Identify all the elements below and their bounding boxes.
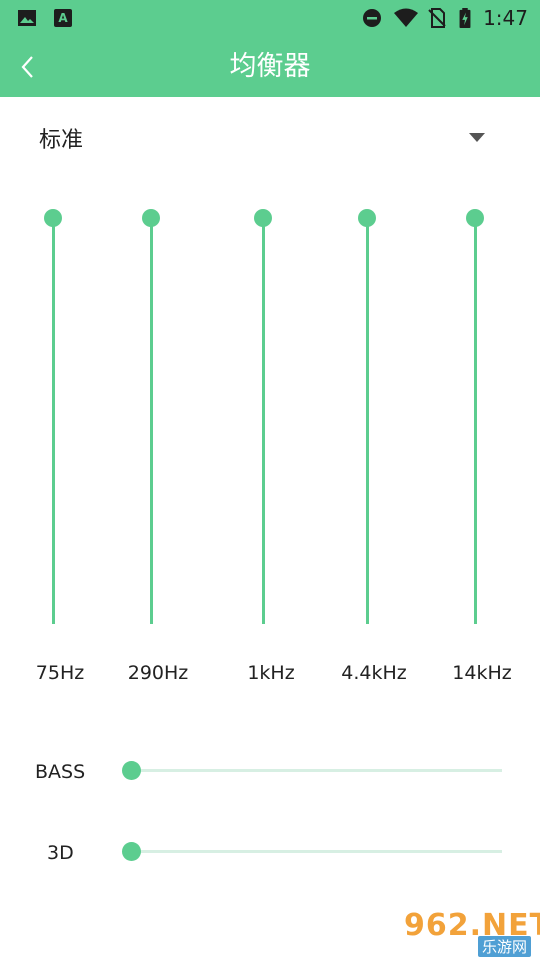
status-bar: A 1:47 (0, 0, 540, 36)
band-slider-14khz[interactable] (456, 200, 496, 630)
band-label-75hz: 75Hz (35, 662, 85, 684)
band-track (52, 218, 55, 624)
virtualizer-slider[interactable] (132, 850, 502, 853)
bass-label: BASS (35, 761, 86, 783)
status-time: 1:47 (483, 6, 528, 30)
app-bar: 均衡器 (0, 36, 540, 97)
triangle-down-icon (469, 133, 485, 142)
band-track (366, 218, 369, 624)
image-icon (18, 10, 36, 26)
chevron-left-icon[interactable] (10, 50, 44, 84)
band-thumb[interactable] (358, 209, 376, 227)
band-label-290hz: 290Hz (127, 662, 189, 684)
band-label-14khz: 14kHz (452, 662, 512, 684)
page-title: 均衡器 (229, 51, 311, 82)
do-not-disturb-icon (363, 9, 381, 27)
band-slider-1khz[interactable] (244, 200, 284, 630)
equalizer-bands (0, 200, 540, 640)
band-thumb[interactable] (466, 209, 484, 227)
band-thumb[interactable] (44, 209, 62, 227)
wifi-icon (394, 8, 418, 27)
bass-slider-thumb[interactable] (122, 761, 141, 780)
preset-dropdown[interactable]: 标准 (0, 110, 540, 166)
band-slider-75hz[interactable] (34, 200, 74, 630)
band-label-1khz: 1kHz (247, 662, 295, 684)
band-track (474, 218, 477, 624)
no-sim-icon (428, 8, 446, 28)
band-label-4-4khz: 4.4kHz (341, 662, 407, 684)
preset-selected-value: 标准 (39, 128, 84, 153)
text-app-icon: A (54, 9, 72, 27)
band-slider-290hz[interactable] (132, 200, 172, 630)
virtualizer-slider-thumb[interactable] (122, 842, 141, 861)
band-slider-4-4khz[interactable] (348, 200, 388, 630)
band-thumb[interactable] (254, 209, 272, 227)
band-track (150, 218, 153, 624)
watermark-logo: 962.NET 乐游网 (400, 908, 540, 960)
bass-slider[interactable] (132, 769, 502, 772)
bass-row: BASS (0, 751, 540, 791)
watermark-subtext: 乐游网 (478, 936, 532, 957)
virtualizer-label: 3D (47, 842, 74, 864)
virtualizer-row: 3D (0, 832, 540, 872)
band-thumb[interactable] (142, 209, 160, 227)
svg-text:A: A (58, 11, 68, 25)
band-track (262, 218, 265, 624)
battery-charging-icon (459, 8, 471, 28)
